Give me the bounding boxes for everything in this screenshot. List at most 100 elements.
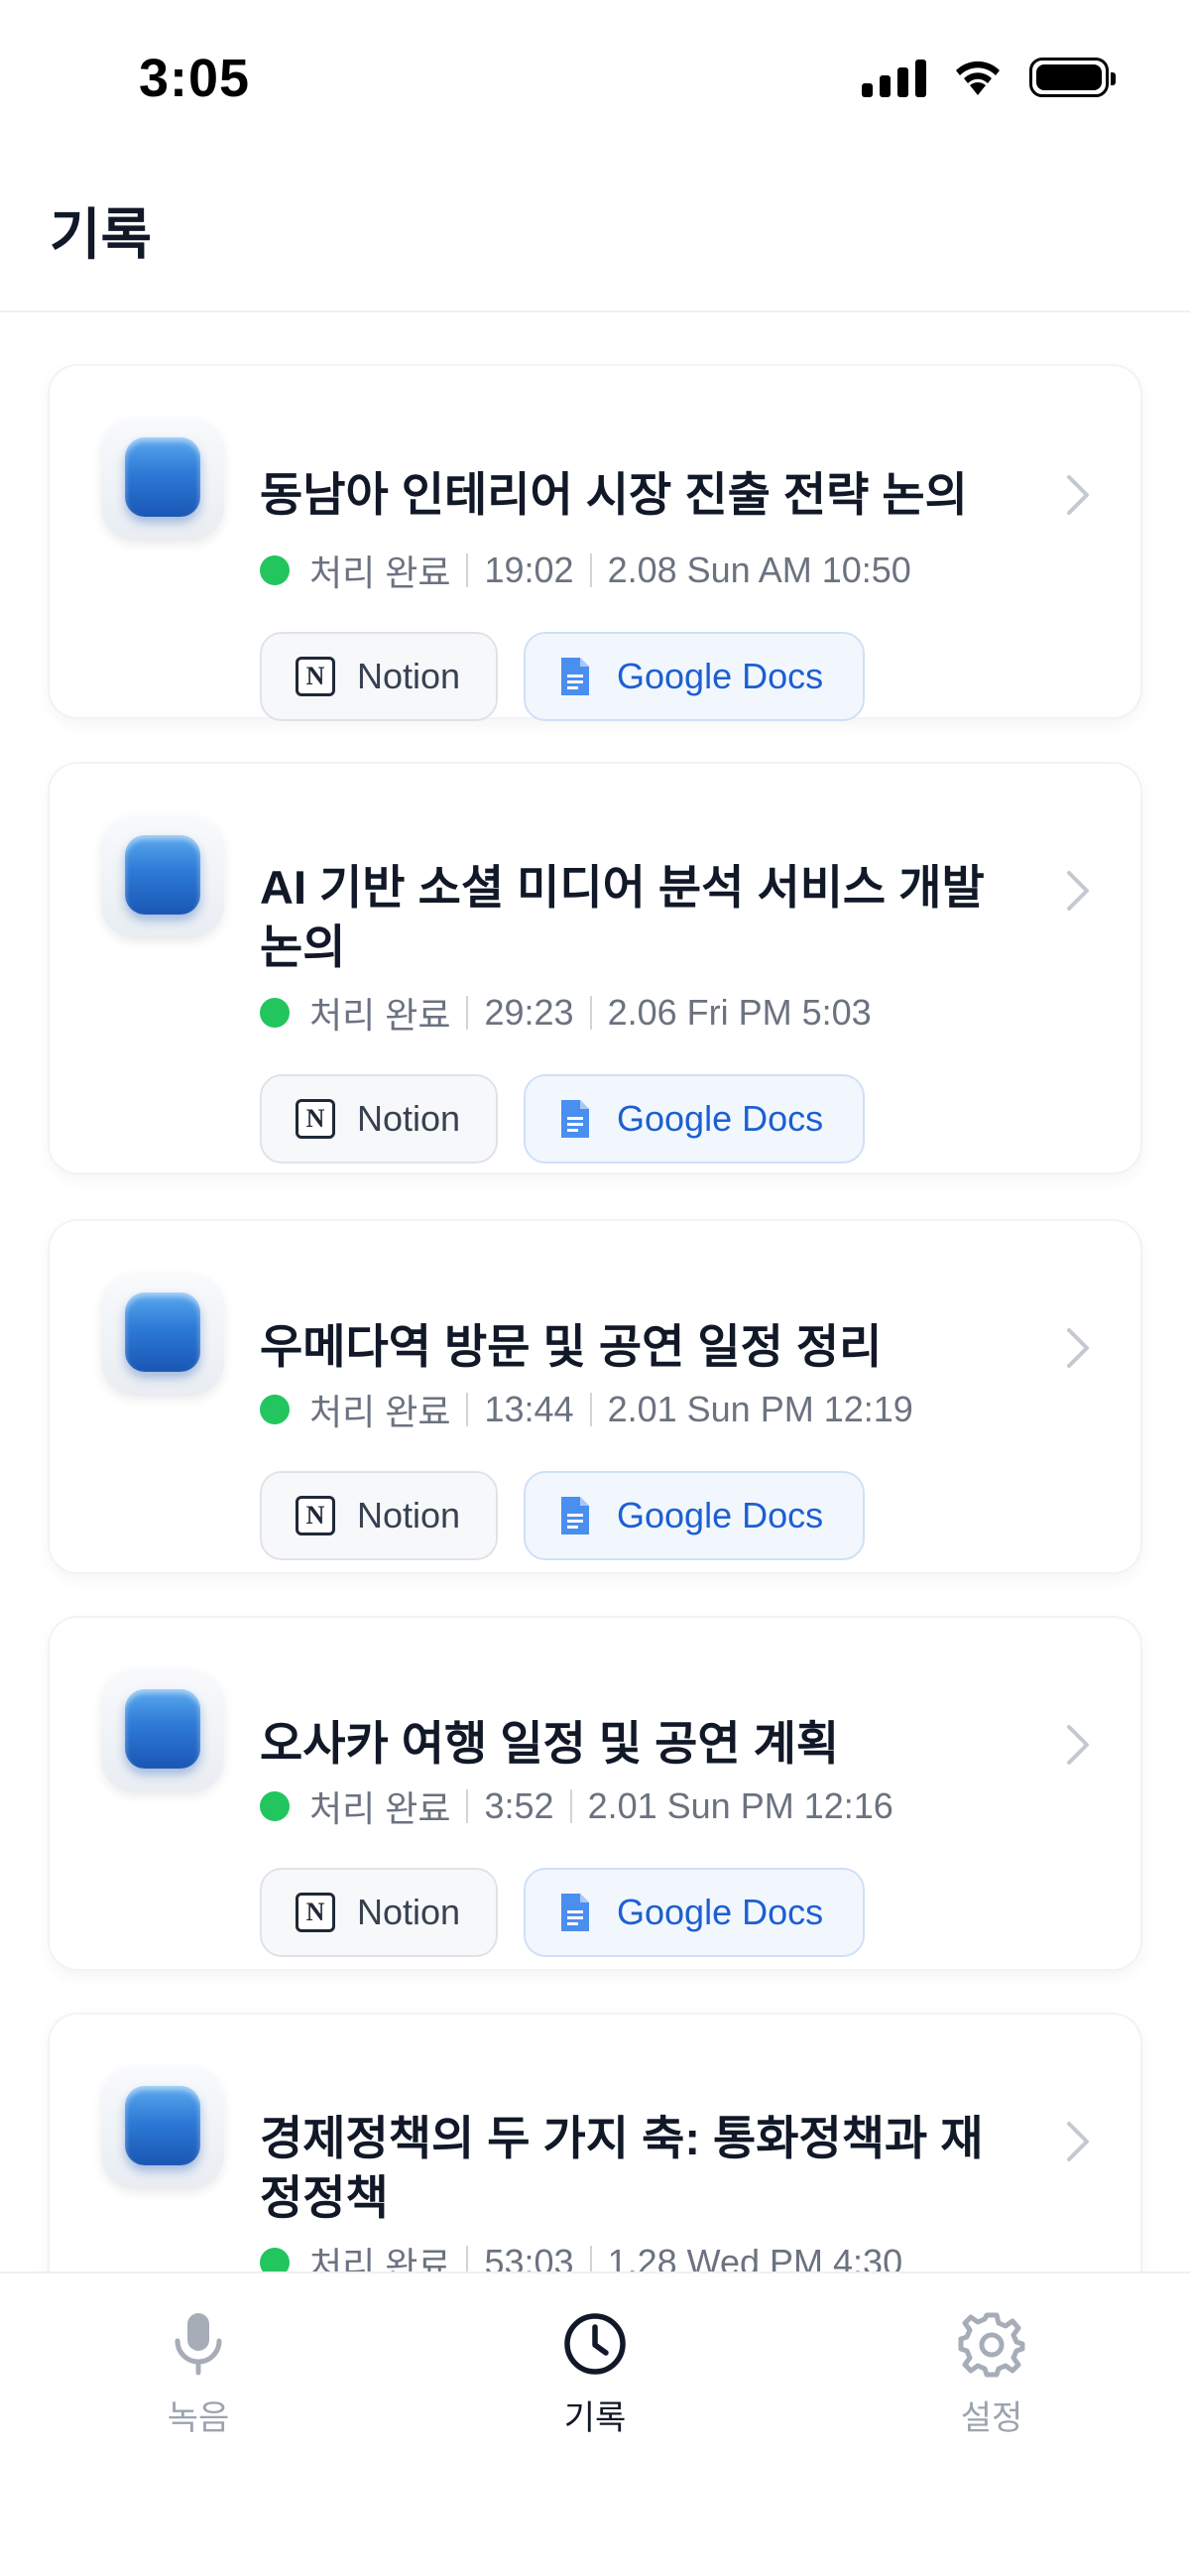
chevron-right-icon[interactable] — [1063, 867, 1093, 915]
battery-icon — [1029, 58, 1116, 97]
google-docs-icon — [561, 1497, 589, 1534]
record-duration: 29:23 — [484, 992, 574, 1033]
clock-icon — [564, 2313, 626, 2375]
record-date: 2.08 Sun AM 10:50 — [607, 550, 911, 590]
header: 기록 — [0, 159, 1190, 312]
chevron-right-icon[interactable] — [1063, 2118, 1093, 2165]
status-dot — [260, 1395, 290, 1424]
record-date: 2.01 Sun PM 12:19 — [607, 1389, 913, 1429]
notion-label: Notion — [357, 1098, 461, 1139]
record-status: 처리 완료 — [309, 995, 451, 1036]
tab-record[interactable]: 녹음 — [99, 2309, 298, 2439]
tab-history[interactable]: 기록 — [496, 2309, 694, 2439]
separator — [466, 553, 469, 587]
record-title: 경제정책의 두 가지 축: 통화정책과 재정정책 — [260, 2112, 984, 2224]
record-card[interactable]: AI 기반 소셜 미디어 분석 서비스 개발 논의 처리 완료 29:23 2.… — [50, 764, 1140, 1172]
record-duration: 19:02 — [484, 550, 574, 590]
record-app-icon — [101, 1273, 224, 1396]
record-title: 동남아 인테리어 시장 진출 전략 논의 — [260, 468, 968, 521]
record-app-icon — [101, 418, 224, 541]
export-chips: N Notion Google Docs — [260, 1471, 865, 1560]
mic-icon — [175, 2313, 222, 2376]
record-status: 처리 완료 — [309, 552, 451, 593]
google-docs-label: Google Docs — [617, 1098, 824, 1139]
status-time: 3:05 — [139, 49, 251, 108]
record-title: AI 기반 소셜 미디어 분석 서비스 개발 논의 — [260, 861, 985, 973]
chevron-right-icon[interactable] — [1063, 1324, 1093, 1372]
record-duration: 3:52 — [484, 1785, 554, 1826]
wifi-icon — [956, 61, 1000, 95]
status-dot — [260, 555, 290, 585]
notion-icon: N — [296, 1099, 335, 1139]
chevron-right-icon[interactable] — [1063, 1721, 1093, 1769]
screen: 3:05 기록 동남아 인테리어 시장 진출 전략 논의 처리 완료 19:02… — [0, 0, 1190, 2576]
separator — [466, 2246, 469, 2271]
record-date: 2.01 Sun PM 12:16 — [587, 1785, 893, 1826]
record-app-icon — [101, 2066, 224, 2189]
record-card[interactable]: 동남아 인테리어 시장 진출 전략 논의 처리 완료 19:02 2.08 Su… — [50, 366, 1140, 721]
notion-icon: N — [296, 657, 335, 696]
status-bar: 3:05 — [0, 0, 1190, 159]
record-meta: 처리 완료 3:52 2.01 Sun PM 12:16 — [260, 1782, 893, 1830]
status-dot — [260, 998, 290, 1028]
google-docs-label: Google Docs — [617, 1892, 824, 1932]
record-title: 우메다역 방문 및 공연 일정 정리 — [260, 1320, 883, 1373]
status-dot — [260, 1791, 290, 1821]
record-card[interactable]: 경제정책의 두 가지 축: 통화정책과 재정정책 처리 완료 53:03 1.2… — [50, 2015, 1140, 2271]
export-chips: N Notion Google Docs — [260, 1868, 865, 1957]
separator — [466, 1789, 469, 1823]
notion-export-button[interactable]: N Notion — [260, 1471, 498, 1560]
record-title: 오사카 여행 일정 및 공연 계획 — [260, 1717, 840, 1770]
record-card[interactable]: 오사카 여행 일정 및 공연 계획 처리 완료 3:52 2.01 Sun PM… — [50, 1618, 1140, 1969]
notion-export-button[interactable]: N Notion — [260, 1868, 498, 1957]
google-docs-export-button[interactable]: Google Docs — [524, 632, 865, 721]
status-dot — [260, 2248, 290, 2271]
notion-icon: N — [296, 1893, 335, 1932]
tab-bar: 녹음 기록 설정 — [0, 2271, 1190, 2576]
record-duration: 13:44 — [484, 1389, 574, 1429]
notion-label: Notion — [357, 1495, 461, 1535]
record-status: 처리 완료 — [309, 1788, 451, 1829]
separator — [589, 2246, 592, 2271]
separator — [589, 1393, 592, 1426]
page-title: 기록 — [50, 203, 153, 266]
record-date: 2.06 Fri PM 5:03 — [607, 992, 872, 1033]
status-icons — [862, 58, 1116, 97]
export-chips: N Notion Google Docs — [260, 632, 865, 721]
separator — [589, 553, 592, 587]
tab-label: 설정 — [960, 2399, 1023, 2437]
chevron-right-icon[interactable] — [1063, 471, 1093, 519]
record-app-icon — [101, 1669, 224, 1792]
google-docs-icon — [561, 658, 589, 695]
record-duration: 53:03 — [484, 2242, 574, 2271]
notion-label: Notion — [357, 656, 461, 696]
google-docs-icon — [561, 1894, 589, 1931]
gear-icon — [958, 2312, 1025, 2378]
record-card[interactable]: 우메다역 방문 및 공연 일정 정리 처리 완료 13:44 2.01 Sun … — [50, 1221, 1140, 1572]
tab-label: 기록 — [563, 2399, 627, 2437]
record-app-icon — [101, 815, 224, 938]
notion-export-button[interactable]: N Notion — [260, 632, 498, 721]
google-docs-icon — [561, 1100, 589, 1138]
record-date: 1.28 Wed PM 4:30 — [607, 2242, 903, 2271]
separator — [466, 1393, 469, 1426]
separator — [589, 996, 592, 1030]
export-chips: N Notion Google Docs — [260, 1074, 865, 1164]
notion-export-button[interactable]: N Notion — [260, 1074, 498, 1164]
notion-icon: N — [296, 1496, 335, 1535]
google-docs-label: Google Docs — [617, 656, 824, 696]
google-docs-export-button[interactable]: Google Docs — [524, 1868, 865, 1957]
record-meta: 처리 완료 29:23 2.06 Fri PM 5:03 — [260, 989, 872, 1037]
record-status: 처리 완료 — [309, 1392, 451, 1432]
separator — [569, 1789, 572, 1823]
google-docs-export-button[interactable]: Google Docs — [524, 1074, 865, 1164]
record-meta: 처리 완료 19:02 2.08 Sun AM 10:50 — [260, 547, 911, 594]
tab-label: 녹음 — [167, 2399, 230, 2437]
record-status: 처리 완료 — [309, 2245, 451, 2271]
records-list[interactable]: 동남아 인테리어 시장 진출 전략 논의 처리 완료 19:02 2.08 Su… — [0, 312, 1190, 2271]
tab-settings[interactable]: 설정 — [892, 2309, 1091, 2439]
notion-label: Notion — [357, 1892, 461, 1932]
record-meta: 처리 완료 53:03 1.28 Wed PM 4:30 — [260, 2239, 902, 2271]
cellular-signal-icon — [862, 58, 926, 97]
google-docs-export-button[interactable]: Google Docs — [524, 1471, 865, 1560]
